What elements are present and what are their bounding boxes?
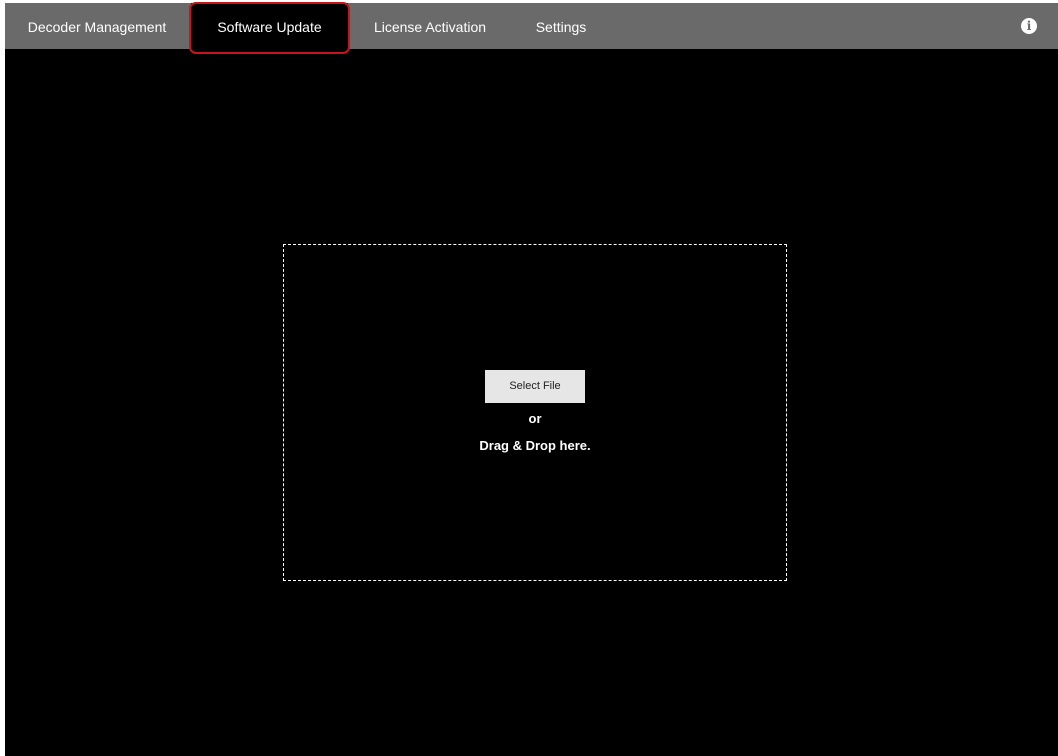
tab-decoder-management[interactable]: Decoder Management [5, 3, 189, 49]
or-label: or [528, 411, 542, 426]
top-nav-bar: Decoder Management Software Update Licen… [5, 3, 1058, 49]
select-file-button[interactable]: Select File [485, 370, 585, 403]
info-icon[interactable]: i [1021, 18, 1037, 34]
file-drop-zone[interactable]: Select File or Drag & Drop here. [283, 244, 787, 581]
tab-settings[interactable]: Settings [523, 3, 599, 49]
app-window: Decoder Management Software Update Licen… [5, 2, 1058, 756]
drag-drop-label: Drag & Drop here. [479, 438, 591, 453]
tab-software-update[interactable]: Software Update [191, 3, 348, 49]
tab-license-activation[interactable]: License Activation [360, 3, 500, 49]
